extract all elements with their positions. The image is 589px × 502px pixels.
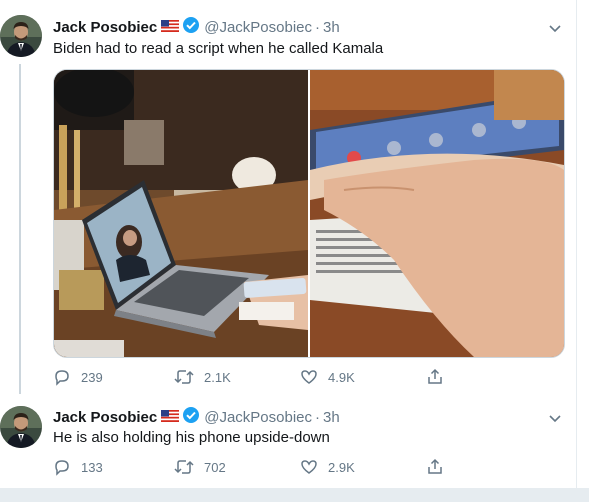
verified-badge-icon bbox=[182, 406, 200, 428]
reply-icon bbox=[55, 370, 69, 386]
thread-connector-line bbox=[19, 64, 21, 394]
separator-dot: · bbox=[315, 18, 321, 36]
tweet-header: Jack Posobiec @JackPosobiec · 3h bbox=[53, 16, 340, 38]
timestamp[interactable]: 3h bbox=[323, 409, 340, 426]
retweet-icon bbox=[174, 370, 194, 384]
share-button[interactable] bbox=[426, 368, 454, 386]
tweet-text: Biden had to read a script when he calle… bbox=[53, 40, 384, 57]
like-count: 4.9K bbox=[328, 369, 355, 385]
timestamp[interactable]: 3h bbox=[323, 19, 340, 36]
reply-button[interactable]: 239 bbox=[53, 368, 103, 386]
display-name[interactable]: Jack Posobiec bbox=[53, 19, 157, 36]
user-handle[interactable]: @JackPosobiec bbox=[204, 409, 312, 426]
timeline-separator bbox=[0, 488, 589, 502]
chevron-down-icon[interactable] bbox=[548, 411, 562, 423]
retweet-count: 2.1K bbox=[204, 369, 231, 385]
us-flag-icon bbox=[161, 409, 180, 426]
share-icon bbox=[428, 368, 442, 384]
timeline-right-border bbox=[576, 0, 577, 488]
display-name[interactable]: Jack Posobiec bbox=[53, 409, 157, 426]
share-icon bbox=[428, 458, 442, 474]
reply-count: 133 bbox=[81, 459, 103, 475]
like-button[interactable]: 4.9K bbox=[300, 368, 355, 386]
tweet-actions: 133 702 2.9K bbox=[53, 457, 563, 477]
retweet-button[interactable]: 702 bbox=[174, 458, 226, 476]
retweet-icon bbox=[174, 460, 194, 474]
reply-button[interactable]: 133 bbox=[53, 458, 103, 476]
like-button[interactable]: 2.9K bbox=[300, 458, 355, 476]
us-flag-icon bbox=[161, 19, 180, 36]
like-count: 2.9K bbox=[328, 459, 355, 475]
verified-badge-icon bbox=[182, 16, 200, 38]
retweet-count: 702 bbox=[204, 459, 226, 475]
reply-count: 239 bbox=[81, 369, 103, 385]
photo-phone-script[interactable] bbox=[310, 70, 564, 357]
user-handle[interactable]: @JackPosobiec bbox=[204, 19, 312, 36]
photo-laptop-call[interactable] bbox=[54, 70, 308, 357]
separator-dot: · bbox=[315, 408, 321, 426]
retweet-button[interactable]: 2.1K bbox=[174, 368, 231, 386]
tweet-header: Jack Posobiec @JackPosobiec · 3h bbox=[53, 406, 340, 428]
tweet-actions: 239 2.1K 4.9K bbox=[53, 367, 563, 387]
tweet-media[interactable] bbox=[53, 69, 565, 358]
avatar[interactable] bbox=[0, 15, 42, 57]
chevron-down-icon[interactable] bbox=[548, 21, 562, 33]
heart-icon bbox=[301, 370, 317, 384]
tweet-text: He is also holding his phone upside-down bbox=[53, 429, 330, 446]
reply-icon bbox=[55, 460, 69, 476]
share-button[interactable] bbox=[426, 458, 454, 476]
avatar[interactable] bbox=[0, 406, 42, 448]
heart-icon bbox=[301, 460, 317, 474]
